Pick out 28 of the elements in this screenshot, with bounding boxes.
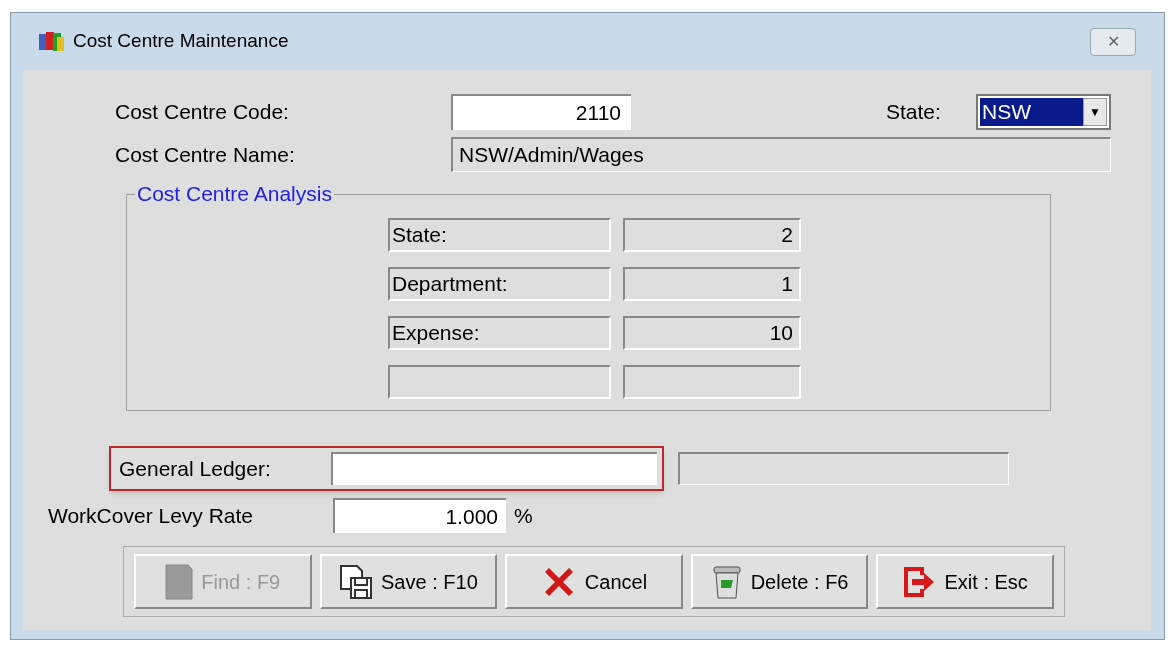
code-field[interactable]: 2110 <box>451 94 631 130</box>
analysis-label: Department: <box>388 267 611 301</box>
levy-rate-field[interactable]: 1.000 <box>333 498 506 533</box>
analysis-value: 2 <box>623 218 801 252</box>
name-field[interactable]: NSW/Admin/Wages <box>451 137 1111 172</box>
toolbar-button[interactable]: Delete : F6 <box>690 554 869 609</box>
field-label: Cost Centre Code: <box>115 99 290 126</box>
close-button[interactable]: ✕ <box>1090 27 1136 56</box>
analysis-label: Expense: <box>388 316 611 350</box>
dropdown-value: NSW <box>980 98 1083 126</box>
toolbar-button[interactable]: Exit : Esc <box>876 554 1054 609</box>
analysis-value: 10 <box>623 316 801 350</box>
page-icon <box>165 563 194 600</box>
general-ledger-field[interactable] <box>331 452 657 485</box>
field-label: State: <box>886 99 942 126</box>
field-label: Cost Centre Name: <box>115 141 296 168</box>
state-dropdown[interactable]: NSW ▼ <box>976 94 1111 130</box>
toolbar-button[interactable]: Cancel <box>505 554 683 609</box>
field-label: WorkCover Levy Rate <box>48 502 255 529</box>
save-icon <box>339 563 374 600</box>
analysis-value: 1 <box>623 267 801 301</box>
window-title: Cost Centre Maintenance <box>73 29 289 54</box>
field-label: General Ledger: <box>119 455 272 482</box>
trash-icon <box>710 563 743 600</box>
percent-sign: % <box>514 502 533 529</box>
app-icon <box>39 30 65 53</box>
toolbar-button[interactable]: Save : F10 <box>319 554 498 609</box>
analysis-label: State: <box>388 218 611 252</box>
